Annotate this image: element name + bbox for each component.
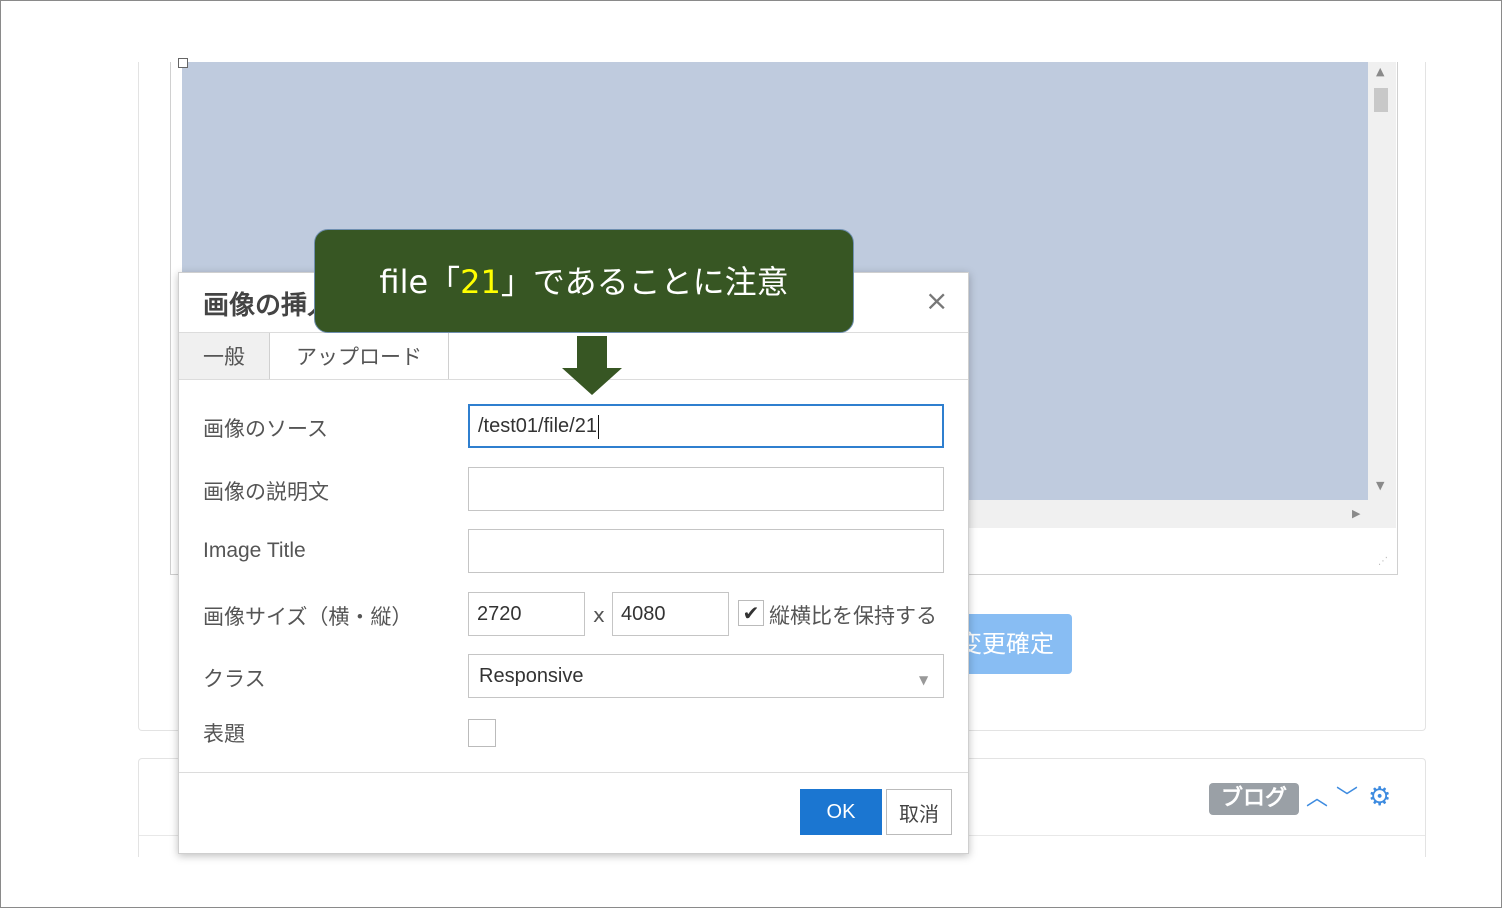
move-up-icon[interactable]: ︿ xyxy=(1306,786,1328,812)
editor-resize-grip-icon[interactable]: ⋰ xyxy=(1378,556,1388,567)
caption-checkbox[interactable] xyxy=(468,719,496,747)
scroll-up-icon[interactable]: ▲ xyxy=(1376,66,1384,78)
annotation-callout: file「21」であることに注意 xyxy=(314,229,854,333)
vertical-scrollbar[interactable]: ▲ ▼ xyxy=(1368,62,1396,528)
tab-general[interactable]: 一般 xyxy=(179,333,270,379)
image-resize-handle[interactable] xyxy=(178,58,188,68)
tab-upload[interactable]: アップロード xyxy=(270,333,449,379)
annotation-highlight: 21 xyxy=(460,263,501,301)
class-select[interactable]: Responsive xyxy=(468,654,944,698)
checkmark-icon: ✔ xyxy=(742,601,760,625)
description-label: 画像の説明文 xyxy=(203,480,329,504)
annotation-text-before: file「 xyxy=(379,263,461,301)
scroll-right-icon[interactable]: ▶ xyxy=(1352,508,1360,520)
cancel-button[interactable]: 取消 xyxy=(886,789,952,835)
width-input[interactable]: 2720 xyxy=(468,592,585,636)
blog-badge: ブログ xyxy=(1209,783,1300,815)
text-caret xyxy=(597,414,599,439)
image-source-input[interactable]: /test01/file/21 xyxy=(468,404,944,448)
image-title-label: Image Title xyxy=(203,539,306,562)
keep-ratio-checkbox[interactable]: ✔ xyxy=(738,600,764,626)
keep-ratio-label: 縦横比を保持する xyxy=(769,604,937,628)
ok-button[interactable]: OK xyxy=(800,789,882,835)
height-input[interactable]: 4080 xyxy=(612,592,729,636)
move-down-icon[interactable]: ﹀ xyxy=(1336,786,1358,812)
gear-icon[interactable]: ⚙ xyxy=(1368,784,1391,810)
image-insert-dialog: 画像の挿入 × 一般 アップロード 画像のソース /test01/file/21… xyxy=(178,272,969,854)
size-label: 画像サイズ（横・縦） xyxy=(203,605,413,629)
close-icon[interactable]: × xyxy=(925,287,948,315)
footer-divider xyxy=(179,772,968,773)
image-source-value: /test01/file/21 xyxy=(478,415,597,437)
class-label: クラス xyxy=(203,667,266,691)
annotation-arrow-shaft xyxy=(577,336,607,370)
scroll-down-icon[interactable]: ▼ xyxy=(1376,480,1384,492)
annotation-arrow-icon xyxy=(562,368,622,395)
image-description-input[interactable] xyxy=(468,467,944,511)
annotation-text-after: 」であることに注意 xyxy=(500,263,789,301)
size-separator: x xyxy=(593,603,605,627)
source-label: 画像のソース xyxy=(203,417,328,441)
caption-label: 表題 xyxy=(203,722,245,746)
chevron-down-icon[interactable]: ▼ xyxy=(919,673,928,687)
image-title-input[interactable] xyxy=(468,529,944,573)
scrollbar-thumb[interactable] xyxy=(1374,88,1388,112)
